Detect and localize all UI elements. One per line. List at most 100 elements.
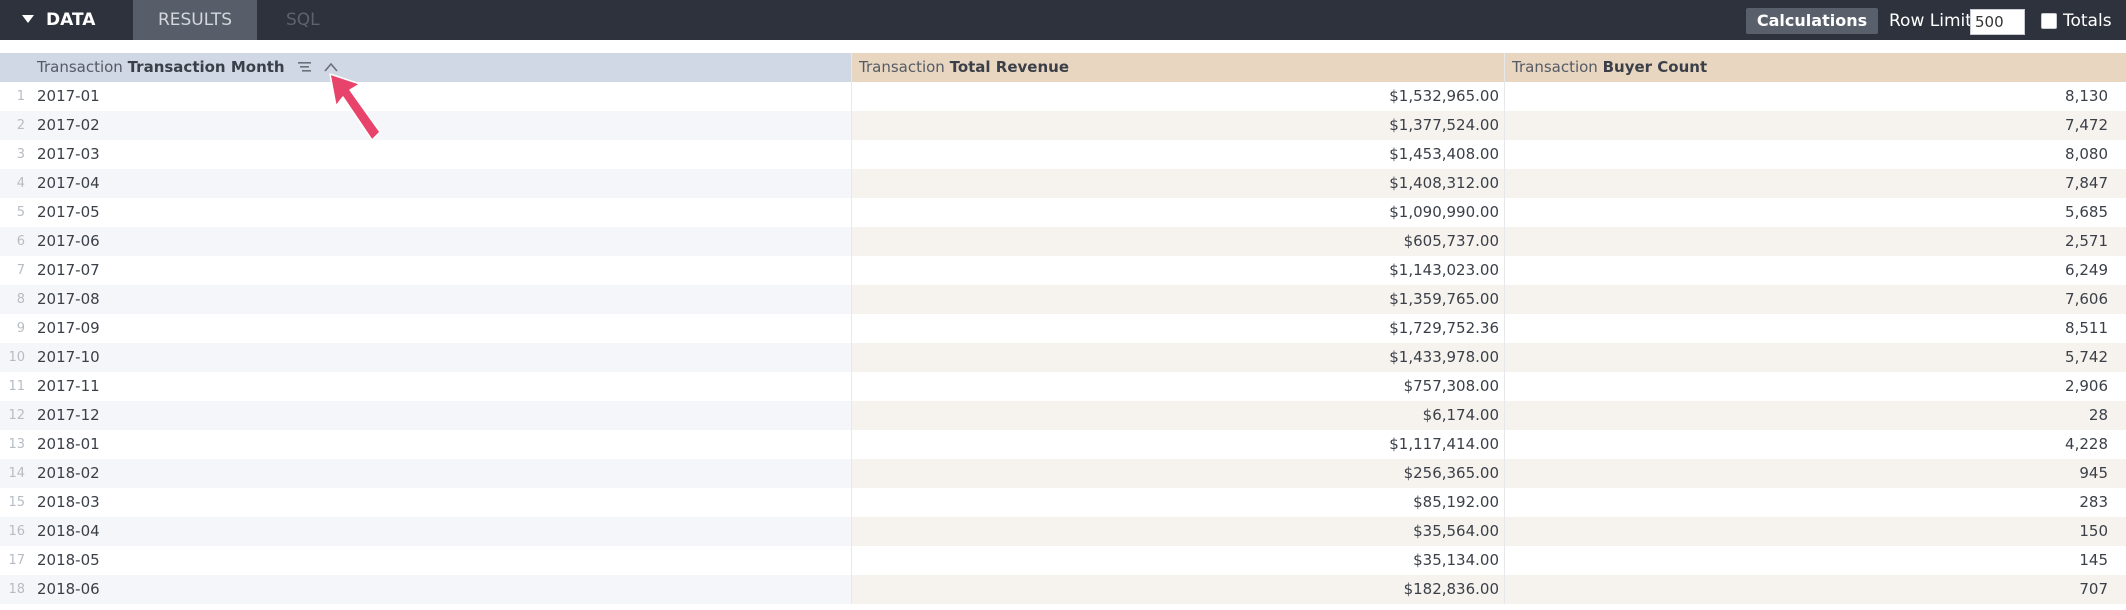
cell-transaction-month: 2017-02 [30,111,851,140]
table-body: 1 2017-01 $1,532,965.00 8,130 2 2017-02 $1,377… [0,82,2126,604]
row-number: 18 [0,575,30,604]
cell-buyer-count: 28 [1505,401,2126,430]
row-limit-input[interactable] [1970,9,2025,35]
totals-label: Totals [2063,11,2112,31]
calculations-button[interactable]: Calculations [1746,8,1878,34]
cell-total-revenue: $85,192.00 [1413,493,1499,511]
cell-total-revenue: $1,408,312.00 [852,169,1504,198]
cell-transaction-month: 2017-09 [37,319,100,337]
table-row: 12 2017-12 $6,174.00 28 [0,401,2126,430]
row-number: 4 [0,169,30,198]
cell-buyer-count: 7,472 [1505,111,2126,140]
cell-buyer-count: 8,080 [2065,145,2108,163]
cell-buyer-count: 5,742 [1505,343,2126,372]
cell-total-revenue: $757,308.00 [1403,377,1499,395]
row-number: 6 [0,227,30,256]
table-row: 17 2018-05 $35,134.00 145 [0,546,2126,575]
cell-transaction-month: 2017-11 [37,377,100,395]
row-number: 5 [16,205,25,220]
table-row: 7 2017-07 $1,143,023.00 6,249 [0,256,2126,285]
cell-total-revenue: $1,117,414.00 [1389,435,1499,453]
cell-transaction-month: 2018-04 [30,517,851,546]
list-filter-icon[interactable] [298,61,312,73]
table-row: 14 2018-02 $256,365.00 945 [0,459,2126,488]
cell-transaction-month: 2017-04 [30,169,851,198]
row-number: 2 [0,111,30,140]
cell-transaction-month: 2017-10 [30,343,851,372]
cell-total-revenue: $1,453,408.00 [1389,145,1499,163]
cell-transaction-month: 2018-02 [30,459,851,488]
column-divider [851,53,852,604]
cell-buyer-count: 8,130 [2065,87,2108,105]
cell-buyer-count: 2,571 [1505,227,2126,256]
caret-down-icon [22,15,34,23]
totals-checkbox[interactable] [2041,13,2057,29]
cell-total-revenue: $1,729,752.36 [1389,319,1499,337]
cell-buyer-count: 150 [1505,517,2126,546]
cell-transaction-month: 2017-01 [37,87,100,105]
column-divider [1504,53,1505,604]
cell-buyer-count: 5,685 [2065,203,2108,221]
row-number: 3 [16,147,25,162]
row-number: 9 [16,321,25,336]
cell-buyer-count: 283 [2079,493,2108,511]
tab-data[interactable]: DATA [0,0,133,40]
cell-total-revenue: $1,090,990.00 [1389,203,1499,221]
table-row: 8 2017-08 $1,359,765.00 7,606 [0,285,2126,314]
tab-results[interactable]: RESULTS [133,0,257,40]
table-row: 10 2017-10 $1,433,978.00 5,742 [0,343,2126,372]
cell-total-revenue: $1,532,965.00 [1389,87,1499,105]
column-header-buyer-count[interactable]: Transaction Buyer Count [1505,53,2126,82]
cell-buyer-count: 2,906 [2065,377,2108,395]
cell-buyer-count: 8,511 [2065,319,2108,337]
cell-total-revenue: $182,836.00 [852,575,1504,604]
cell-transaction-month: 2017-06 [30,227,851,256]
row-number: 16 [0,517,30,546]
table-header: Transaction Transaction Month Transactio… [0,53,2126,82]
table-row: 13 2018-01 $1,117,414.00 4,228 [0,430,2126,459]
table-row: 3 2017-03 $1,453,408.00 8,080 [0,140,2126,169]
column-header-transaction-month[interactable]: Transaction Transaction Month [30,53,851,82]
cell-buyer-count: 7,847 [1505,169,2126,198]
row-number-header [0,53,30,82]
cell-transaction-month: 2017-03 [37,145,100,163]
row-number: 8 [0,285,30,314]
row-number: 13 [8,437,25,452]
cell-buyer-count: 6,249 [2065,261,2108,279]
cell-total-revenue: $1,143,023.00 [1389,261,1499,279]
cell-buyer-count: 707 [1505,575,2126,604]
cell-buyer-count: 145 [2079,551,2108,569]
cell-buyer-count: 7,606 [1505,285,2126,314]
cell-buyer-count: 945 [1505,459,2126,488]
table-row: 11 2017-11 $757,308.00 2,906 [0,372,2126,401]
table-row: 1 2017-01 $1,532,965.00 8,130 [0,82,2126,111]
tab-sql[interactable]: SQL [286,0,336,40]
cell-transaction-month: 2018-01 [37,435,100,453]
cell-transaction-month: 2018-06 [30,575,851,604]
row-number: 7 [16,263,25,278]
cell-transaction-month: 2017-08 [30,285,851,314]
cell-total-revenue: $605,737.00 [852,227,1504,256]
cell-total-revenue: $35,134.00 [1413,551,1499,569]
cell-transaction-month: 2018-03 [37,493,100,511]
table-row: 9 2017-09 $1,729,752.36 8,511 [0,314,2126,343]
cell-total-revenue: $1,433,978.00 [852,343,1504,372]
cell-total-revenue: $35,564.00 [852,517,1504,546]
table-row: 6 2017-06 $605,737.00 2,571 [0,227,2126,256]
cell-total-revenue: $256,365.00 [852,459,1504,488]
cell-transaction-month: 2017-12 [30,401,851,430]
cell-transaction-month: 2017-07 [37,261,100,279]
cell-total-revenue: $6,174.00 [852,401,1504,430]
row-limit-label: Row Limit [1889,11,1972,31]
row-number: 11 [8,379,25,394]
table-row: 15 2018-03 $85,192.00 283 [0,488,2126,517]
cell-transaction-month: 2018-05 [37,551,100,569]
table-row: 18 2018-06 $182,836.00 707 [0,575,2126,604]
row-number: 17 [8,553,25,568]
row-number: 14 [0,459,30,488]
row-number: 1 [16,89,25,104]
row-number: 10 [0,343,30,372]
cell-total-revenue: $1,359,765.00 [852,285,1504,314]
column-header-total-revenue[interactable]: Transaction Total Revenue [852,53,1504,82]
arrow-pointer-icon [329,73,381,141]
